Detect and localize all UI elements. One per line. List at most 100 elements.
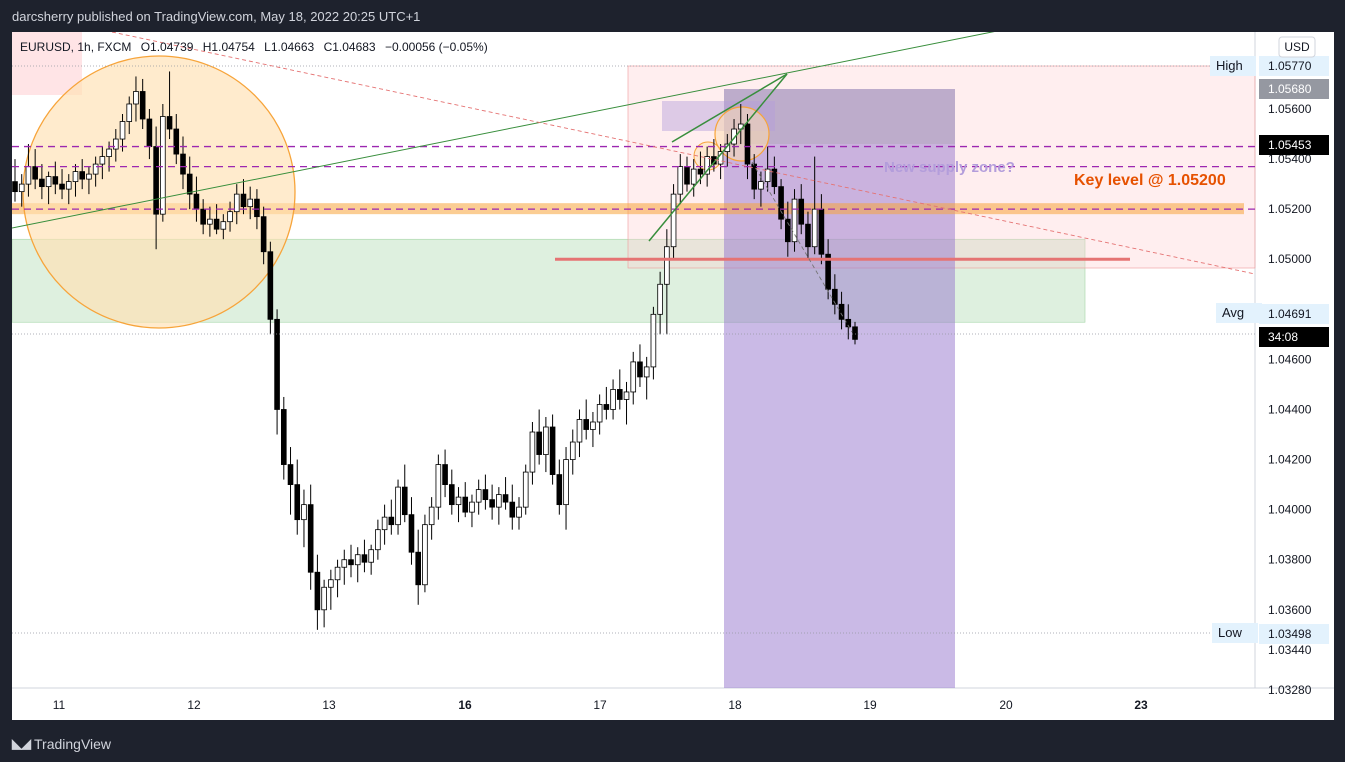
candle-body[interactable] — [744, 123, 751, 165]
candle-body[interactable] — [280, 409, 287, 465]
candle-body[interactable] — [227, 211, 233, 223]
candle-body[interactable] — [496, 494, 502, 508]
candle-body[interactable] — [79, 171, 86, 180]
candle-body[interactable] — [502, 494, 509, 503]
candle-body[interactable] — [563, 459, 569, 506]
candle-body[interactable] — [583, 419, 589, 430]
candle-body[interactable] — [401, 486, 408, 516]
candle-body[interactable] — [45, 176, 52, 188]
candle-body[interactable] — [334, 566, 341, 581]
candle-body[interactable] — [448, 484, 455, 506]
candle-body[interactable] — [684, 166, 690, 185]
candle-body[interactable] — [670, 193, 677, 248]
candle-body[interactable] — [314, 571, 321, 611]
candle-body[interactable] — [341, 559, 348, 568]
candle-body[interactable] — [610, 389, 616, 410]
candle-body[interactable] — [106, 148, 112, 157]
supply-zone-annotation[interactable]: New supply zone? — [884, 159, 1015, 176]
candle-body[interactable] — [415, 551, 421, 586]
key-level-annotation[interactable]: Key level @ 1.05200 — [1074, 172, 1226, 189]
candle-body[interactable] — [462, 496, 469, 513]
candle-body[interactable] — [657, 283, 663, 315]
candle-body[interactable] — [603, 404, 610, 410]
candle-body[interactable] — [798, 198, 805, 225]
candle-body[interactable] — [549, 426, 556, 475]
candle-body[interactable] — [65, 181, 72, 190]
candle-body[interactable] — [818, 208, 825, 255]
candle-body[interactable] — [516, 506, 522, 518]
candle-body[interactable] — [395, 486, 401, 526]
candle-body[interactable] — [180, 153, 186, 175]
candle-body[interactable] — [650, 313, 657, 368]
candle-body[interactable] — [617, 389, 623, 400]
candle-body[interactable] — [146, 118, 153, 147]
candle-body[interactable] — [677, 166, 684, 195]
candle-body[interactable] — [59, 183, 65, 190]
candle-body[interactable] — [536, 431, 542, 455]
candle-body[interactable] — [86, 173, 92, 180]
candle-body[interactable] — [52, 176, 59, 185]
candle-body[interactable] — [25, 166, 32, 185]
candle-body[interactable] — [274, 318, 280, 410]
tradingview-brand[interactable]: ◣◢ TradingView — [12, 736, 111, 752]
candle-body[interactable] — [12, 181, 18, 193]
candle-body[interactable] — [428, 506, 435, 526]
candle-body[interactable] — [18, 183, 25, 193]
candle-body[interactable] — [233, 193, 240, 213]
candle-body[interactable] — [368, 549, 374, 563]
candle-body[interactable] — [160, 116, 166, 215]
candle-body[interactable] — [509, 501, 516, 518]
candle-body[interactable] — [287, 464, 294, 485]
candle-body[interactable] — [664, 246, 670, 285]
candle-body[interactable] — [113, 138, 119, 150]
candle-body[interactable] — [623, 391, 630, 400]
candle-body[interactable] — [435, 464, 442, 508]
candle-body[interactable] — [697, 168, 704, 175]
candle-body[interactable] — [220, 221, 227, 230]
candle-body[interactable] — [267, 251, 274, 320]
candle-body[interactable] — [153, 146, 159, 215]
candle-body[interactable] — [186, 173, 193, 195]
candle-body[interactable] — [791, 198, 798, 243]
candle-body[interactable] — [764, 168, 771, 183]
candle-body[interactable] — [200, 208, 206, 225]
candle-body[interactable] — [254, 198, 260, 218]
chart-pane[interactable]: 1.056001.054001.052001.050001.048001.046… — [12, 32, 1334, 720]
candle-body[interactable] — [522, 471, 529, 508]
candle-body[interactable] — [139, 91, 146, 120]
candle-body[interactable] — [778, 186, 784, 220]
candle-body[interactable] — [482, 489, 489, 501]
highlight-circle-large[interactable] — [22, 55, 296, 329]
candle-body[interactable] — [133, 91, 139, 105]
candle-body[interactable] — [119, 121, 126, 140]
candle-body[interactable] — [207, 218, 213, 225]
candle-body[interactable] — [489, 499, 495, 508]
candle-body[interactable] — [556, 474, 563, 506]
candle-body[interactable] — [294, 484, 301, 521]
candle-body[interactable] — [442, 464, 448, 485]
candle-body[interactable] — [475, 489, 482, 503]
candle-body[interactable] — [758, 181, 764, 190]
candle-body[interactable] — [99, 156, 106, 165]
candle-body[interactable] — [213, 218, 220, 230]
candle-body[interactable] — [543, 426, 549, 455]
candle-body[interactable] — [630, 361, 637, 393]
candle-body[interactable] — [321, 586, 327, 611]
candle-body[interactable] — [388, 516, 395, 526]
candle-body[interactable] — [381, 516, 388, 531]
candle-body[interactable] — [92, 163, 99, 175]
candle-body[interactable] — [596, 404, 603, 423]
projection-zone[interactable] — [724, 89, 955, 688]
candle-body[interactable] — [690, 168, 697, 185]
candle-body[interactable] — [643, 366, 650, 378]
candle-body[interactable] — [590, 421, 596, 430]
candle-body[interactable] — [166, 116, 173, 130]
candle-body[interactable] — [328, 579, 334, 588]
candle-body[interactable] — [455, 496, 462, 506]
candle-body[interactable] — [529, 431, 536, 473]
candle-body[interactable] — [260, 216, 267, 253]
candle-body[interactable] — [301, 504, 307, 521]
candle-body[interactable] — [348, 559, 354, 566]
candle-body[interactable] — [569, 441, 576, 460]
candle-body[interactable] — [39, 178, 45, 188]
